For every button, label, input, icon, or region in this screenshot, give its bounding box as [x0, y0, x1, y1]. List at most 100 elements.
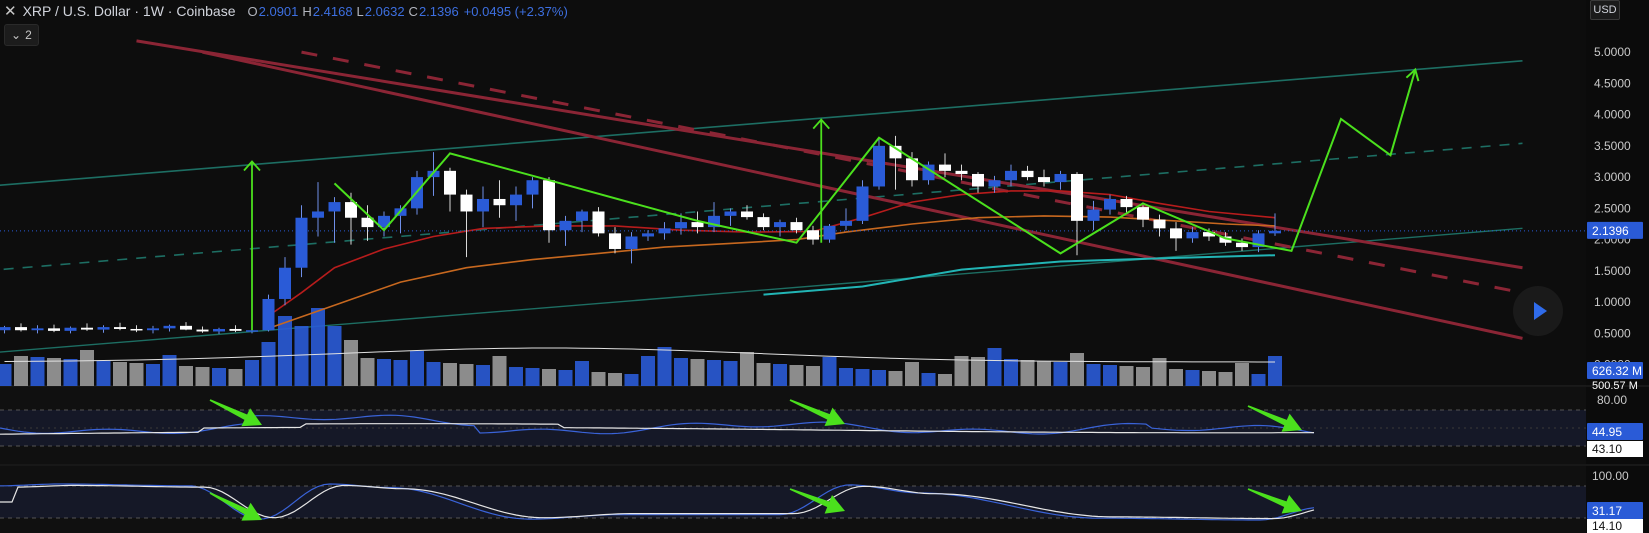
volume-bar [1235, 363, 1249, 386]
volume-bar [476, 365, 490, 386]
change-value: +0.0495 (+2.37%) [463, 3, 568, 19]
candle-body [1153, 219, 1166, 229]
candle-body [576, 211, 588, 221]
indicators-count: 2 [25, 28, 32, 42]
candle-body [658, 228, 671, 234]
candle-body [345, 202, 357, 218]
candle-body [1137, 207, 1149, 220]
candle-body [229, 328, 242, 331]
volume-bar [608, 373, 622, 386]
chart-canvas[interactable]: 5.00004.50004.00003.50003.00002.50002.00… [0, 0, 1649, 533]
candle-body [1071, 173, 1083, 221]
candle-body [1186, 232, 1199, 239]
volume-bar [278, 316, 292, 386]
volume-bar [179, 366, 193, 386]
volume-bar [344, 340, 358, 386]
price-tick-label: 0.5000 [1594, 326, 1631, 340]
candle-body [31, 328, 44, 331]
open-label: O [247, 3, 258, 19]
candle-body [790, 222, 803, 231]
symbol-title[interactable]: XRP / U.S. Dollar · 1W · Coinbase [23, 3, 236, 19]
volume-bar [1020, 360, 1035, 386]
low-label: L [356, 3, 364, 19]
candle-body [1005, 170, 1017, 181]
candle-body [543, 180, 555, 231]
volume-bar [1202, 371, 1216, 386]
price-tick-label: 1.5000 [1594, 264, 1631, 278]
volume-bar [294, 326, 309, 386]
candle-body [526, 180, 539, 195]
candle-body [48, 328, 60, 331]
candle-body [1120, 198, 1133, 208]
low-value: 2.0632 [364, 3, 405, 19]
volume-bar [311, 308, 325, 386]
volume-bar [674, 358, 688, 386]
candle-body [774, 222, 786, 228]
play-icon [1533, 302, 1547, 320]
volume-bar [1103, 365, 1117, 386]
candle-body [130, 328, 143, 331]
price-tick-label: 4.5000 [1594, 76, 1631, 90]
volume-bar [63, 359, 78, 386]
stoch-tick-label: 100.00 [1592, 469, 1629, 483]
stoch-signal-tag: 14.10 [1592, 519, 1622, 533]
candle-body [262, 298, 275, 331]
volume-bar [1119, 366, 1134, 386]
candle-body [460, 194, 473, 212]
chevron-down-icon: ⌄ [11, 28, 22, 42]
volume-bar [756, 363, 771, 386]
candle-body [196, 329, 209, 332]
candle-body [1236, 242, 1248, 248]
volume-bar [1251, 374, 1266, 386]
price-tick-label: 4.0000 [1594, 108, 1631, 122]
chart-header: ✕ XRP / U.S. Dollar · 1W · Coinbase O 2.0… [4, 2, 568, 20]
candle-body [213, 328, 225, 332]
candle-body [64, 327, 77, 331]
volume-bar [261, 342, 276, 386]
volume-bar [1086, 364, 1101, 386]
candle-body [163, 325, 176, 329]
volume-bar [360, 358, 375, 386]
candle-body [147, 328, 159, 331]
volume-bar [888, 371, 903, 386]
volume-bar [228, 369, 243, 386]
volume-bar [723, 361, 738, 386]
volume-bar [921, 373, 936, 386]
candle-body [625, 236, 638, 249]
volume-bar [14, 356, 28, 386]
candle-body [493, 198, 506, 206]
candle-body [609, 233, 621, 249]
currency-button[interactable]: USD [1590, 0, 1620, 20]
play-button[interactable] [1513, 286, 1563, 336]
close-label: C [408, 3, 418, 19]
candle-body [15, 327, 27, 331]
volume-bar [872, 370, 886, 386]
candle-body [840, 220, 852, 226]
last-price-tag: 2.1396 [1592, 224, 1629, 238]
candle-body [988, 180, 1001, 187]
candle-body [559, 220, 572, 231]
candle-body [510, 194, 522, 206]
candle-body [1054, 173, 1067, 183]
candle-body [312, 211, 324, 218]
rsi-tick-label: 80.00 [1597, 393, 1627, 407]
indicators-toggle[interactable]: ⌄ 2 [4, 24, 39, 46]
volume-bar [624, 374, 639, 386]
candle-body [823, 225, 836, 240]
price-tick-label: 3.5000 [1594, 139, 1631, 153]
volume-bar [591, 372, 606, 386]
volume-bar [80, 350, 94, 386]
volume-bar [146, 364, 160, 386]
volume-value-tag: 626.32 M [1592, 364, 1642, 378]
candle-body [939, 164, 951, 171]
candle-body [295, 217, 308, 268]
candle-body [807, 230, 819, 240]
candle-body [856, 186, 869, 221]
candle-body [1170, 228, 1182, 239]
close-icon[interactable]: ✕ [4, 2, 17, 20]
candle-body [114, 327, 126, 329]
candle-body [1087, 209, 1100, 221]
volume-bar [740, 352, 754, 386]
volume-bar [641, 356, 655, 386]
price-tick-label: 5.0000 [1594, 45, 1631, 59]
